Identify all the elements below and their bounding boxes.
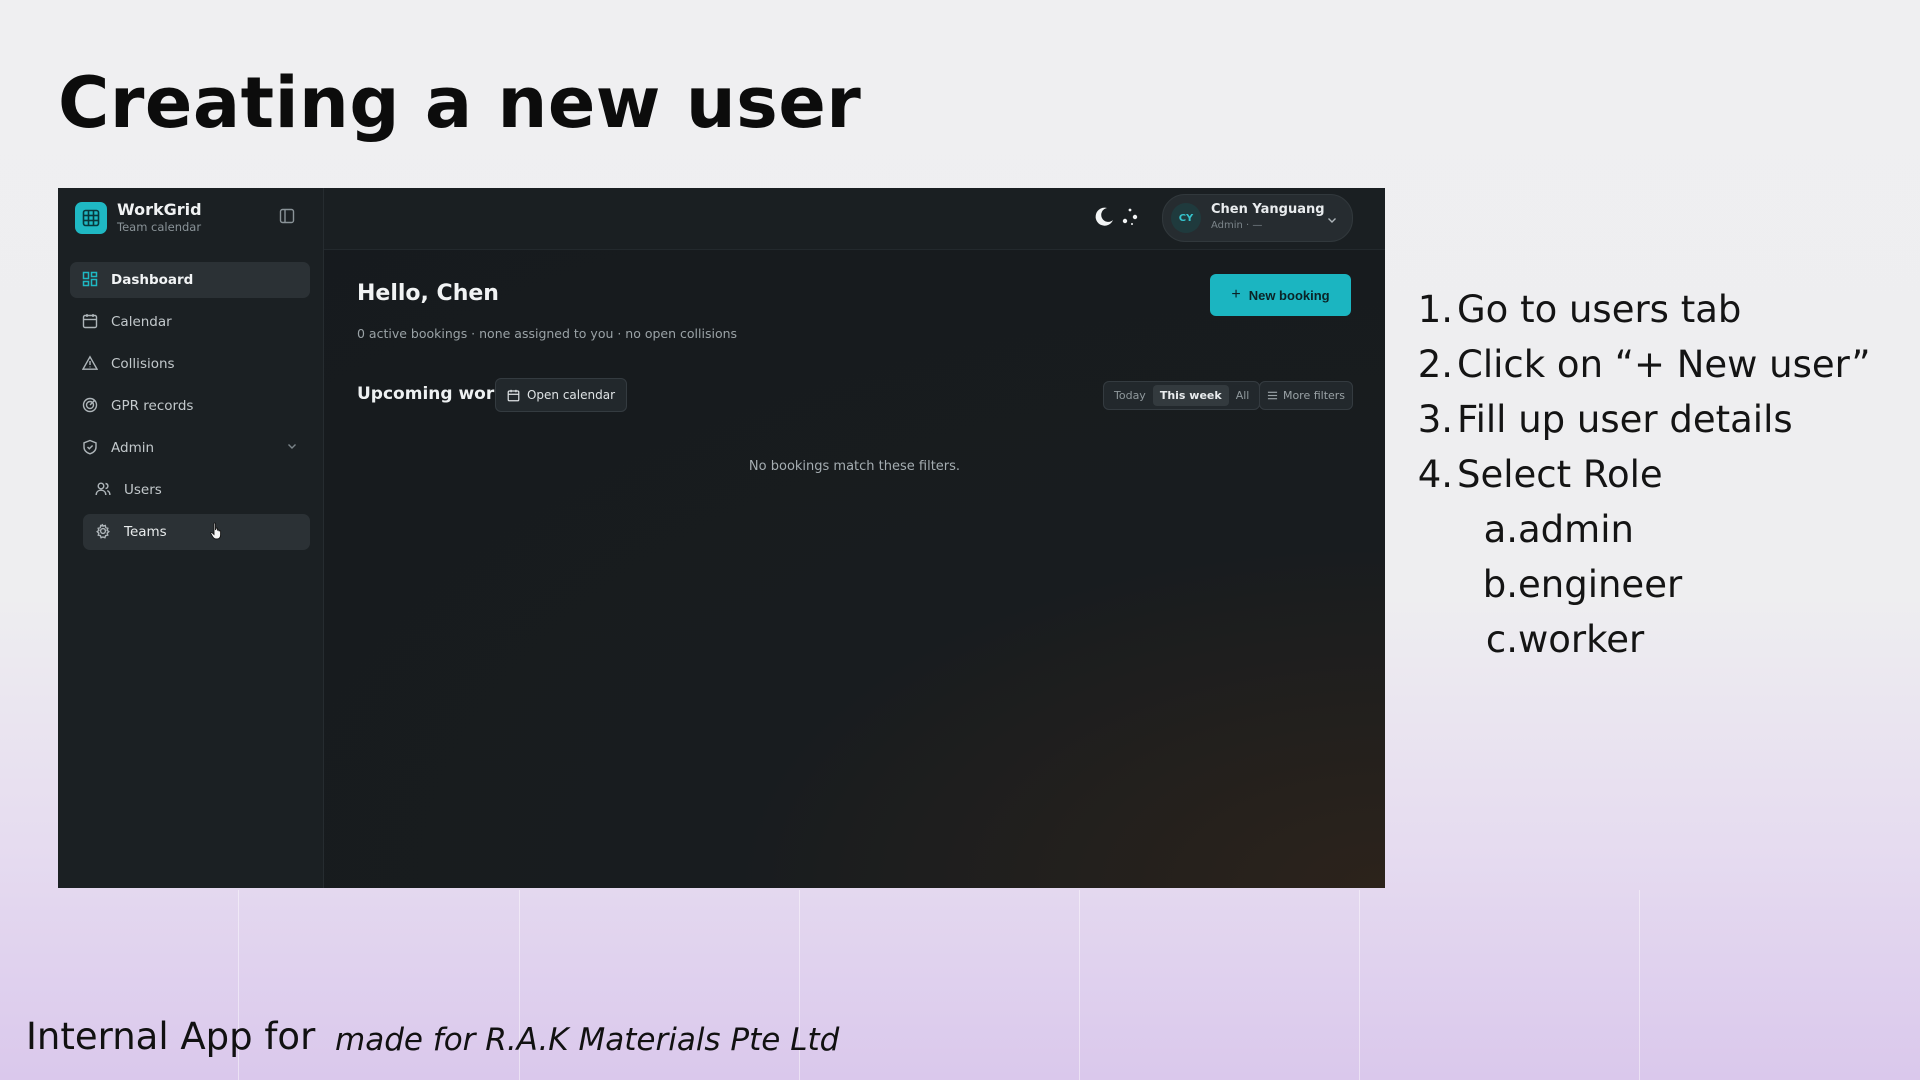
date-filter-segmented: Today This week All: [1103, 381, 1261, 410]
moon-icon[interactable]: [1092, 205, 1116, 233]
footer-caption: Internal App for: [26, 1015, 316, 1058]
step-item: 1. Go to users tab: [1417, 288, 1742, 331]
user-name: Chen Yanguang: [1211, 202, 1325, 217]
open-calendar-label: Open calendar: [526, 388, 616, 402]
shield-icon: [82, 439, 100, 457]
calendar-icon: [82, 313, 100, 331]
sidebar-item-label: Admin: [111, 440, 155, 456]
user-role: Admin · —: [1211, 220, 1263, 231]
upcoming-work-title: Upcoming work: [357, 384, 506, 404]
app-window: WorkGrid Team calendar Dashboard Calenda…: [58, 188, 1385, 888]
user-menu[interactable]: CY Chen Yanguang Admin · —: [1162, 194, 1353, 242]
role-item: b.engineer: [1482, 563, 1683, 606]
brand[interactable]: WorkGrid Team calendar: [75, 198, 202, 238]
new-booking-label: New booking: [1248, 287, 1330, 303]
sidebar-item-users[interactable]: Users: [83, 472, 310, 508]
sidebar-item-admin[interactable]: Admin: [70, 430, 310, 466]
sparkle-icon[interactable]: [1118, 205, 1142, 233]
dashboard-icon: [82, 271, 100, 289]
filter-list-icon: [1267, 391, 1278, 400]
sidebar-item-gpr-records[interactable]: GPR records: [70, 388, 310, 424]
greeting: Hello, Chen: [357, 281, 499, 306]
sidebar-item-label: Collisions: [111, 356, 175, 372]
filter-today[interactable]: Today: [1107, 385, 1153, 406]
gear-icon: [95, 523, 113, 541]
step-item: 4. Select Role: [1417, 453, 1663, 496]
filter-all[interactable]: All: [1229, 385, 1257, 406]
sidebar-item-dashboard[interactable]: Dashboard: [70, 262, 310, 298]
sidebar-item-collisions[interactable]: Collisions: [70, 346, 310, 382]
bookings-summary: 0 active bookings · none assigned to you…: [357, 326, 738, 341]
avatar: CY: [1171, 203, 1201, 233]
step-item: 3. Fill up user details: [1417, 398, 1793, 441]
empty-state-message: No bookings match these filters.: [748, 459, 961, 474]
footer-credit: made for R.A.K Materials Pte Ltd: [335, 1022, 840, 1058]
more-filters-button[interactable]: More filters: [1259, 381, 1353, 410]
radar-icon: [82, 397, 100, 415]
sidebar-item-label: Users: [124, 482, 162, 498]
role-item: a.admin: [1483, 508, 1634, 551]
sidebar: WorkGrid Team calendar Dashboard Calenda…: [58, 188, 324, 888]
sidebar-item-label: GPR records: [111, 398, 194, 414]
chevron-down-icon: [1326, 211, 1338, 230]
mouse-pointer-icon: [210, 522, 224, 544]
collapse-sidebar-icon[interactable]: [279, 208, 297, 226]
sidebar-item-calendar[interactable]: Calendar: [70, 304, 310, 340]
chevron-down-icon: [286, 440, 298, 456]
sidebar-item-label: Calendar: [111, 314, 172, 330]
brand-name: WorkGrid: [117, 200, 202, 219]
sidebar-item-label: Teams: [124, 524, 167, 540]
sidebar-item-label: Dashboard: [111, 272, 194, 288]
new-booking-button[interactable]: + New booking: [1210, 274, 1351, 316]
brand-subtitle: Team calendar: [117, 220, 202, 234]
more-filters-label: More filters: [1282, 389, 1346, 402]
slide-title: Creating a new user: [58, 62, 862, 144]
calendar-icon: [507, 389, 520, 401]
users-icon: [95, 481, 113, 499]
open-calendar-button[interactable]: Open calendar: [495, 378, 627, 412]
plus-icon: +: [1231, 286, 1241, 303]
sidebar-item-teams[interactable]: Teams: [83, 514, 310, 550]
warning-triangle-icon: [82, 355, 100, 373]
grid-logo-icon: [75, 202, 107, 234]
role-item: c.worker: [1485, 618, 1645, 661]
step-item: 2. Click on “+ New user”: [1417, 343, 1871, 386]
filter-this-week[interactable]: This week: [1152, 385, 1229, 406]
